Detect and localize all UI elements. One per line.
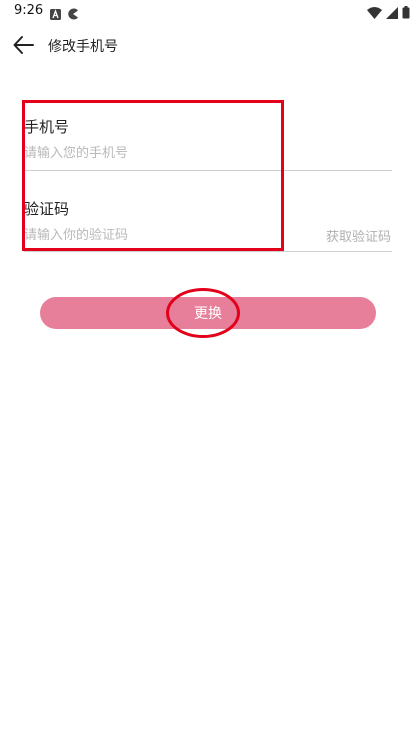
annotation-ellipse xyxy=(166,288,240,338)
status-bar: 9:26 xyxy=(0,0,416,24)
code-underline xyxy=(24,251,392,252)
back-arrow-icon xyxy=(13,36,34,54)
signal-icon xyxy=(386,4,398,23)
notification-a-icon xyxy=(50,5,61,24)
back-button[interactable] xyxy=(12,34,36,56)
notification-pacman-icon xyxy=(67,5,79,24)
app-header: 修改手机号 xyxy=(0,28,416,62)
status-time: 9:26 xyxy=(14,3,44,18)
page-title: 修改手机号 xyxy=(48,39,118,55)
battery-icon xyxy=(402,4,410,23)
get-code-button[interactable]: 获取验证码 xyxy=(326,226,391,245)
wifi-icon xyxy=(367,4,382,23)
annotation-rectangle xyxy=(22,100,284,251)
